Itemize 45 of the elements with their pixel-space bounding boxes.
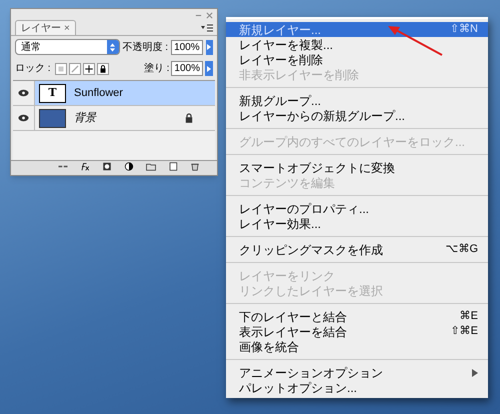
shortcut-label: ⌘E — [460, 309, 478, 324]
lock-label: ロック : — [15, 62, 51, 76]
layers-tab[interactable]: レイヤー × — [15, 20, 76, 35]
right-triangle-icon — [207, 66, 211, 72]
menu-item[interactable]: 新規グループ... — [226, 93, 488, 108]
photo-placeholder — [39, 108, 66, 128]
lock-transparency-icon[interactable] — [54, 62, 67, 74]
menu-item[interactable]: レイヤーのプロパティ... — [226, 201, 488, 216]
shortcut-label: ⇧⌘E — [450, 324, 478, 340]
thumbnail-letter: T — [48, 84, 57, 101]
menu-item[interactable]: レイヤーを複製... — [226, 37, 488, 52]
blend-mode-dropdown[interactable]: 通常 — [15, 39, 120, 55]
close-icon[interactable] — [206, 12, 213, 18]
menu-item[interactable]: 表示レイヤーを結合 ⇧⌘E — [226, 324, 488, 339]
updown-arrows-icon — [110, 42, 115, 52]
move-icon[interactable] — [82, 62, 95, 74]
menu-item[interactable]: スマートオブジェクトに変換 — [226, 160, 488, 175]
menu-item[interactable]: 画像を統合 — [226, 339, 488, 354]
layer-name: Sunflower — [74, 86, 124, 101]
fill-arrow-button[interactable] — [205, 61, 213, 76]
menu-item[interactable]: レイヤー効果... — [226, 216, 488, 231]
menu-item[interactable]: アニメーションオプション — [226, 365, 488, 380]
menu-item[interactable]: 新規レイヤー... ⇧⌘N — [226, 22, 488, 37]
layer-row[interactable]: 背景 — [13, 106, 215, 131]
tab-label: レイヤー — [21, 22, 61, 36]
menu-item[interactable]: レイヤーからの新規グループ... — [226, 108, 488, 123]
layer-name: 背景 — [74, 110, 98, 126]
opacity-label: 不透明度 : — [122, 40, 168, 54]
shortcut-label: ⌥⌘G — [445, 242, 478, 258]
panel-menu-icon[interactable] — [201, 24, 213, 32]
eye-icon[interactable] — [18, 89, 29, 97]
lock-icon[interactable] — [96, 62, 109, 74]
right-triangle-icon — [207, 44, 212, 50]
tab-close[interactable]: × — [64, 20, 70, 36]
menu-item[interactable]: パレットオプション... — [226, 380, 488, 395]
layer-row[interactable]: T Sunflower — [13, 81, 215, 106]
menu-item[interactable]: 下のレイヤーと結合 ⌘E — [226, 309, 488, 324]
fill-label: 塗り : — [144, 62, 170, 76]
shortcut-label: ⇧⌘N — [450, 22, 478, 38]
menu-item[interactable]: レイヤーを削除 — [226, 52, 488, 67]
opacity-field[interactable]: 100% — [171, 40, 203, 54]
opacity-arrow-button[interactable] — [206, 40, 213, 54]
fill-field[interactable]: 100% — [171, 61, 203, 76]
menu-item[interactable]: クリッピングマスクを作成 ⌥⌘G — [226, 242, 488, 257]
eye-icon[interactable] — [18, 114, 29, 122]
